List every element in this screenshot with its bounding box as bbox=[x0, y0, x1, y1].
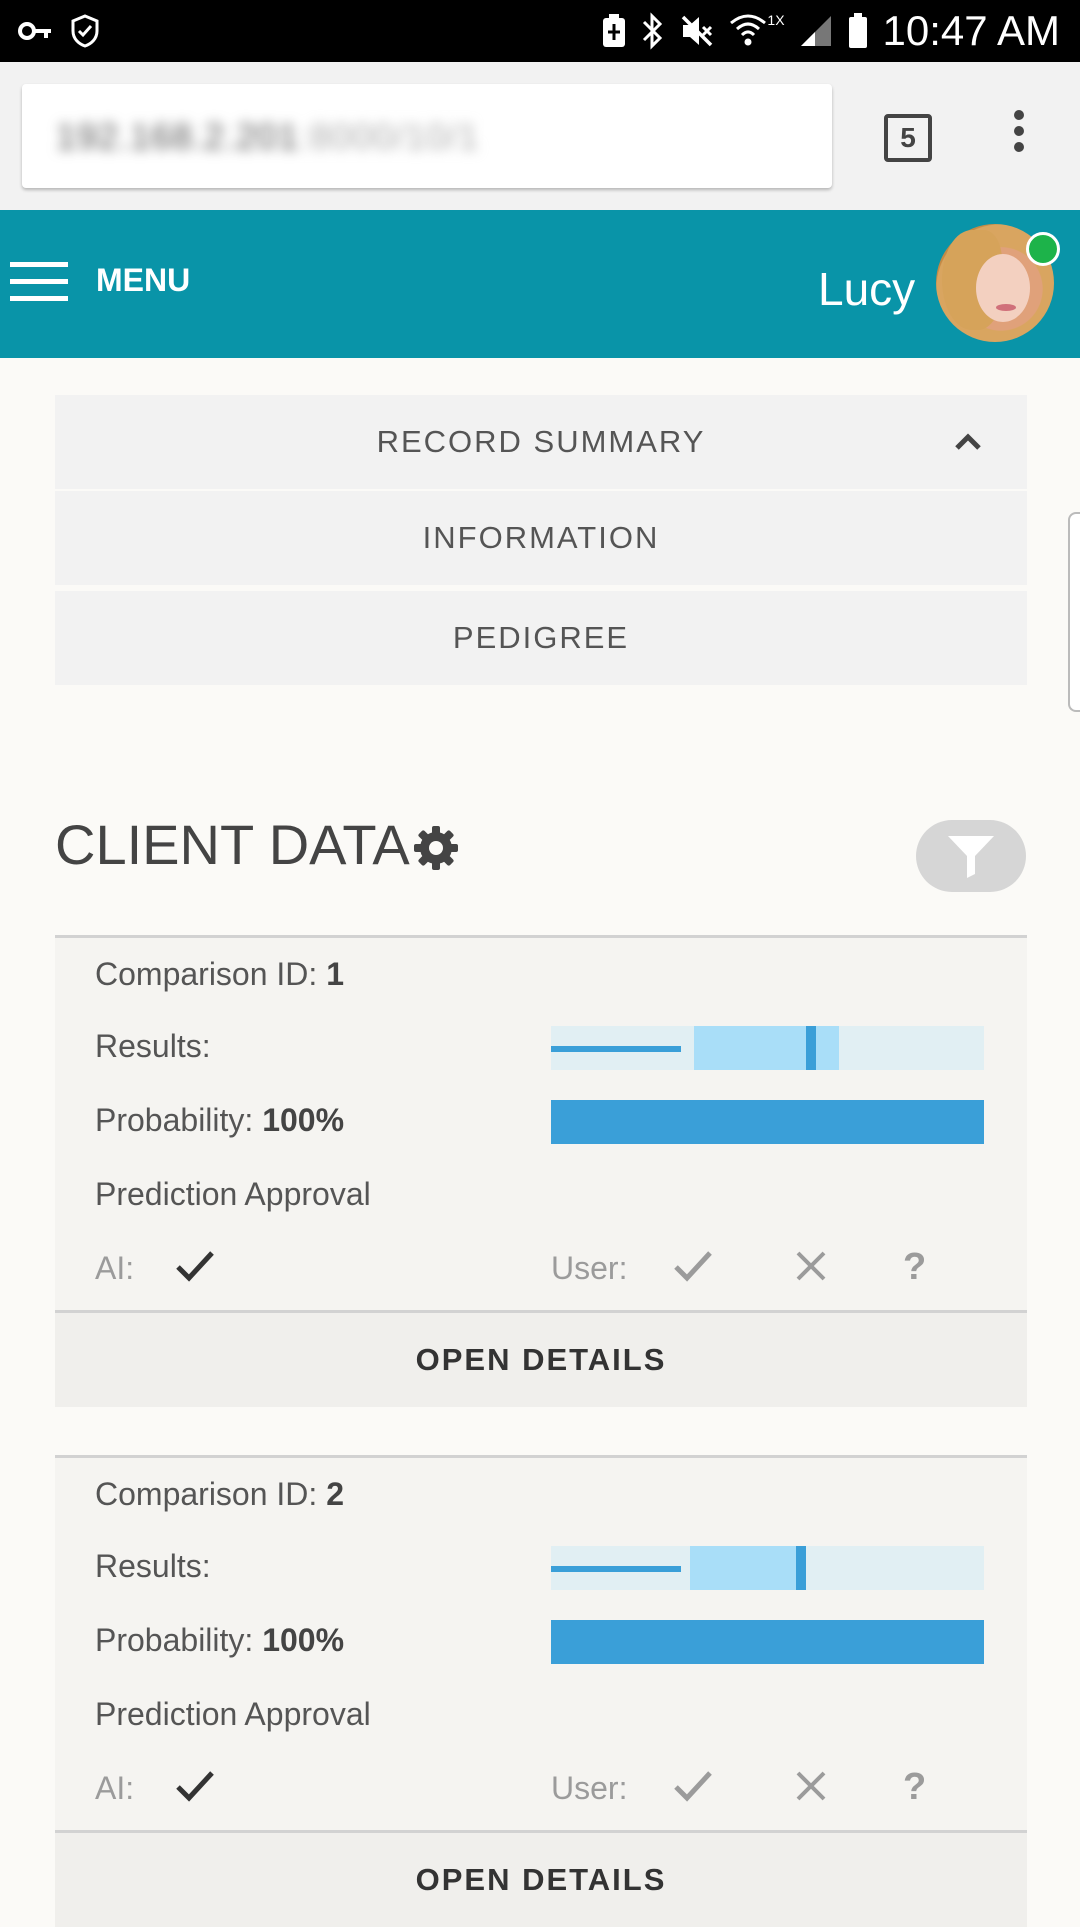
approve-check-icon[interactable] bbox=[671, 1246, 715, 1286]
mute-icon bbox=[682, 15, 713, 47]
comparison-id-row: Comparison ID: 2 bbox=[95, 1476, 344, 1513]
question-icon[interactable]: ? bbox=[903, 1246, 926, 1289]
url-host: 192.168.2.201 bbox=[56, 116, 300, 157]
key-icon bbox=[18, 22, 51, 40]
approval-row: AI: User: ? bbox=[55, 1766, 1027, 1816]
filter-icon bbox=[948, 836, 994, 878]
probability-bar-fill bbox=[551, 1620, 984, 1664]
online-status-indicator bbox=[1026, 232, 1060, 266]
probability-bar bbox=[551, 1100, 984, 1144]
battery-icon bbox=[848, 13, 867, 48]
results-label: Results: bbox=[95, 1028, 211, 1064]
probability-bar-fill bbox=[551, 1100, 984, 1144]
tab-switcher-button[interactable]: 5 bbox=[884, 114, 932, 162]
comparison-id-value: 1 bbox=[326, 956, 344, 992]
comparison-card: Comparison ID: 1 Results: Probability: 1… bbox=[55, 935, 1027, 1407]
reject-x-icon[interactable] bbox=[793, 1768, 829, 1804]
comparison-id-label: Comparison ID: bbox=[95, 1476, 318, 1512]
comparison-id-value: 2 bbox=[326, 1476, 344, 1512]
url-path: :8000/10/1 bbox=[299, 116, 480, 157]
clock: 10:47 AM bbox=[882, 7, 1060, 54]
ai-check-icon bbox=[176, 1771, 214, 1802]
probability-row: Probability: 100% bbox=[95, 1622, 344, 1659]
comparison-card: Comparison ID: 2 Results: Probability: 1… bbox=[55, 1455, 1027, 1927]
client-data-title: CLIENT DATA bbox=[55, 813, 410, 876]
tab-count: 5 bbox=[900, 122, 916, 153]
results-range bbox=[693, 1026, 839, 1070]
question-icon[interactable]: ? bbox=[903, 1766, 926, 1809]
results-bar bbox=[551, 1546, 984, 1590]
more-options-icon[interactable] bbox=[1004, 110, 1034, 166]
battery-saver-icon bbox=[603, 14, 626, 47]
accordion-label: RECORD SUMMARY bbox=[376, 424, 706, 459]
accordion-label: PEDIGREE bbox=[452, 620, 630, 655]
probability-value: 100% bbox=[262, 1622, 345, 1658]
menu-button-label[interactable]: MENU bbox=[96, 262, 190, 299]
prediction-approval-label: Prediction Approval bbox=[95, 1176, 371, 1212]
filter-button[interactable] bbox=[916, 820, 1026, 892]
results-bar bbox=[551, 1026, 984, 1070]
hamburger-menu-icon[interactable] bbox=[10, 262, 68, 302]
accordion-pedigree[interactable]: PEDIGREE bbox=[55, 591, 1027, 685]
status-bar: 1X 10:47 AM bbox=[0, 0, 1080, 62]
results-label: Results: bbox=[95, 1548, 211, 1584]
chevron-up-icon bbox=[955, 433, 981, 450]
address-bar[interactable]: 192.168.2.201:8000/10/1 bbox=[22, 84, 832, 188]
ai-label: AI: bbox=[95, 1250, 135, 1286]
probability-value: 100% bbox=[262, 1102, 345, 1138]
url-text: 192.168.2.201:8000/10/1 bbox=[56, 116, 479, 158]
comparison-id-label: Comparison ID: bbox=[95, 956, 318, 992]
browser-toolbar: 192.168.2.201:8000/10/1 5 bbox=[0, 62, 1080, 210]
bluetooth-icon bbox=[643, 12, 663, 50]
probability-label: Probability: bbox=[95, 1622, 254, 1658]
user-name: Lucy bbox=[818, 263, 916, 315]
results-range bbox=[689, 1546, 807, 1590]
comparison-id-row: Comparison ID: 1 bbox=[95, 956, 344, 993]
results-line bbox=[551, 1046, 681, 1052]
results-line bbox=[551, 1566, 681, 1572]
network-type-label: 1X bbox=[767, 12, 785, 28]
results-marker bbox=[795, 1546, 806, 1590]
ai-check-icon bbox=[176, 1251, 214, 1282]
signal-icon bbox=[800, 16, 831, 46]
wifi-icon bbox=[730, 14, 767, 46]
probability-label: Probability: bbox=[95, 1102, 254, 1138]
side-drawer-handle[interactable] bbox=[1068, 512, 1080, 712]
app-header: MENU Lucy bbox=[0, 210, 1080, 358]
probability-bar bbox=[551, 1620, 984, 1664]
probability-row: Probability: 100% bbox=[95, 1102, 344, 1139]
approve-check-icon[interactable] bbox=[671, 1766, 715, 1806]
accordion-label: INFORMATION bbox=[422, 520, 660, 555]
shield-icon bbox=[71, 14, 99, 48]
ai-label: AI: bbox=[95, 1770, 135, 1806]
user-label: User: bbox=[551, 1770, 628, 1806]
open-details-button[interactable]: OPEN DETAILS bbox=[55, 1830, 1027, 1927]
approval-row: AI: User: ? bbox=[55, 1246, 1027, 1296]
open-details-button[interactable]: OPEN DETAILS bbox=[55, 1310, 1027, 1407]
user-label: User: bbox=[551, 1250, 628, 1286]
accordion-record-summary[interactable]: RECORD SUMMARY bbox=[55, 395, 1027, 489]
prediction-approval-label: Prediction Approval bbox=[95, 1696, 371, 1732]
accordion-information[interactable]: INFORMATION bbox=[55, 491, 1027, 585]
results-marker bbox=[806, 1026, 817, 1070]
gear-icon[interactable] bbox=[412, 824, 460, 872]
reject-x-icon[interactable] bbox=[793, 1248, 829, 1284]
